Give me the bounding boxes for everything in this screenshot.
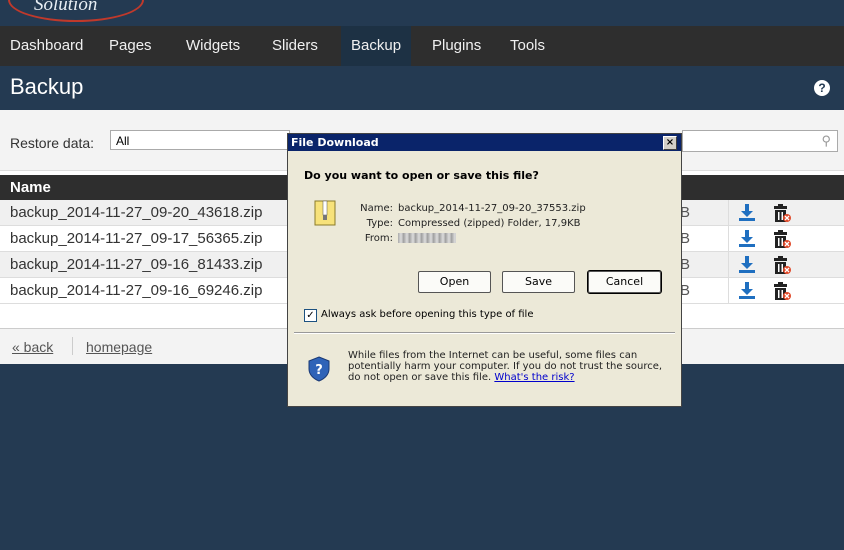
nav-tools[interactable]: Tools: [500, 26, 555, 66]
dialog-divider: [294, 332, 675, 334]
risk-link[interactable]: What's the risk?: [494, 372, 574, 383]
backup-filename: backup_2014-11-27_09-20_43618.zip: [10, 204, 263, 221]
cancel-button[interactable]: Cancel: [587, 270, 662, 294]
restore-label: Restore data:: [10, 135, 95, 151]
zip-folder-icon: [314, 200, 336, 226]
top-banner: Solution: [0, 0, 844, 26]
page-title: Backup: [10, 74, 84, 99]
delete-icon[interactable]: [773, 204, 791, 222]
from-label: From:: [364, 233, 393, 244]
nav-pages[interactable]: Pages: [99, 26, 162, 66]
search-input[interactable]: ⚲: [682, 130, 838, 152]
dialog-title-text: File Download: [291, 136, 379, 149]
nav-backup[interactable]: Backup: [341, 26, 412, 66]
file-type-value: Compressed (zipped) Folder, 17,9KB: [398, 218, 581, 229]
main-nav: Dashboard Pages Widgets Sliders Backup P…: [0, 26, 844, 66]
nav-sliders[interactable]: Sliders: [262, 26, 328, 66]
delete-icon[interactable]: [773, 282, 791, 300]
close-icon[interactable]: ×: [663, 136, 677, 150]
source-redacted: [398, 233, 456, 243]
nav-widgets[interactable]: Widgets: [176, 26, 250, 66]
download-icon[interactable]: [739, 230, 755, 247]
logo[interactable]: Solution: [34, 0, 97, 16]
restore-select[interactable]: All: [110, 130, 290, 150]
open-button[interactable]: Open: [418, 271, 491, 293]
row-actions: [728, 278, 844, 303]
backup-filename: backup_2014-11-27_09-17_56365.zip: [10, 230, 263, 247]
row-actions: [728, 226, 844, 251]
save-button[interactable]: Save: [502, 271, 575, 293]
svg-text:?: ?: [315, 363, 323, 378]
dialog-title: File Download ×: [288, 134, 681, 151]
backup-filename: backup_2014-11-27_09-16_81433.zip: [10, 256, 263, 273]
file-name-value: backup_2014-11-27_09-20_37553.zip: [398, 203, 586, 214]
dialog-question: Do you want to open or save this file?: [304, 169, 539, 182]
security-shield-icon: ?: [308, 356, 330, 382]
download-icon[interactable]: [739, 256, 755, 273]
download-icon[interactable]: [739, 282, 755, 299]
back-link[interactable]: « back: [12, 339, 53, 355]
name-label: Name:: [360, 203, 393, 214]
homepage-link[interactable]: homepage: [86, 339, 152, 355]
nav-dashboard[interactable]: Dashboard: [0, 26, 93, 66]
always-ask-checkbox[interactable]: ✓: [304, 309, 317, 322]
always-ask-label[interactable]: Always ask before opening this type of f…: [321, 309, 534, 320]
delete-icon[interactable]: [773, 256, 791, 274]
row-actions: [728, 252, 844, 277]
file-download-dialog: File Download × Do you want to open or s…: [287, 133, 682, 407]
type-label: Type:: [366, 218, 393, 229]
nav-plugins[interactable]: Plugins: [422, 26, 491, 66]
download-icon[interactable]: [739, 204, 755, 221]
page-header: Backup ?: [0, 66, 844, 110]
delete-icon[interactable]: [773, 230, 791, 248]
backup-filename: backup_2014-11-27_09-16_69246.zip: [10, 282, 263, 299]
security-warning: While files from the Internet can be use…: [348, 350, 668, 383]
search-icon[interactable]: ⚲: [821, 133, 831, 149]
link-divider: [72, 337, 73, 355]
help-icon[interactable]: ?: [814, 80, 830, 96]
file-info: Name: backup_2014-11-27_09-20_37553.zip T…: [348, 201, 586, 246]
row-actions: [728, 200, 844, 225]
